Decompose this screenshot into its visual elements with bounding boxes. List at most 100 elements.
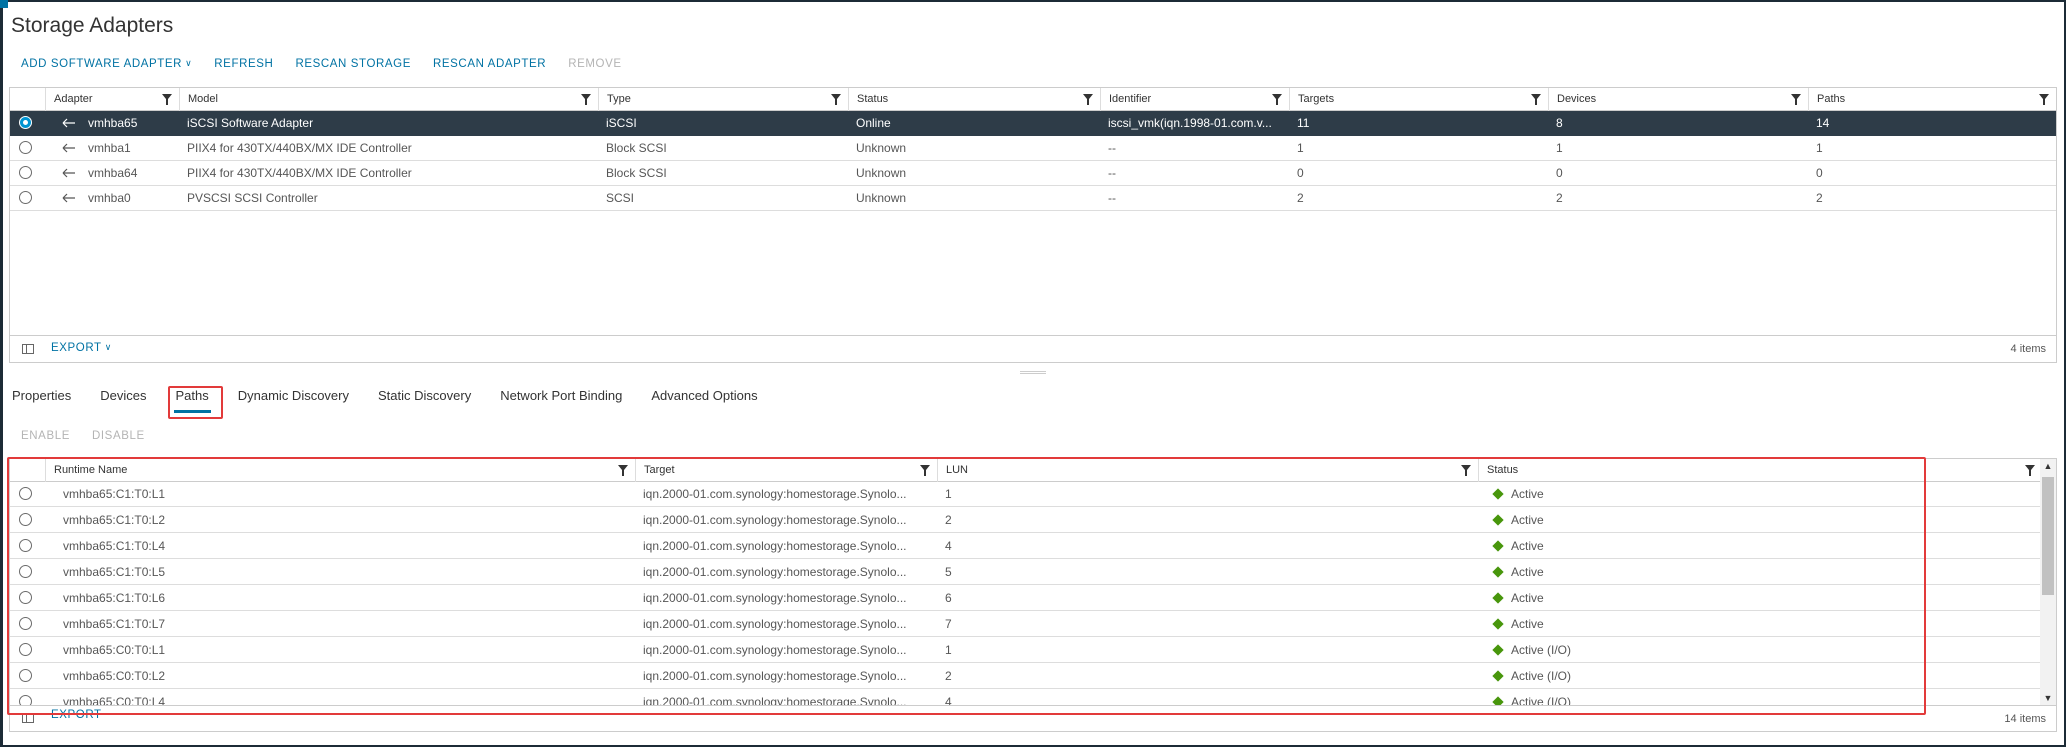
cell-adapter: vmhba64 — [88, 166, 138, 180]
column-label: Status — [857, 93, 889, 105]
rescan-storage-button[interactable]: RESCAN STORAGE — [295, 58, 411, 70]
cell-targets: 1 — [1297, 141, 1304, 155]
table-row[interactable]: vmhba65:C0:T0:L1 iqn.2000-01.com.synology… — [10, 638, 2040, 663]
table-row[interactable]: vmhba65:C1:T0:L5 iqn.2000-01.com.synology… — [10, 560, 2040, 585]
tab-static-discovery[interactable]: Static Discovery — [378, 388, 471, 412]
table-row[interactable]: vmhba65:C0:T0:L4 iqn.2000-01.com.synology… — [10, 690, 2040, 705]
storage-adapter-icon — [62, 193, 75, 203]
filter-icon[interactable] — [1531, 94, 1541, 105]
filter-icon[interactable] — [2025, 465, 2035, 476]
cell-target: iqn.2000-01.com.synology:homestorage.Syn… — [643, 669, 907, 683]
table-row[interactable]: vmhba65:C1:T0:L6 iqn.2000-01.com.synology… — [10, 586, 2040, 611]
column-label: Paths — [1817, 93, 1846, 105]
tab-devices[interactable]: Devices — [100, 388, 146, 412]
table-row[interactable]: vmhba65:C1:T0:L4 iqn.2000-01.com.synology… — [10, 534, 2040, 559]
row-radio[interactable] — [19, 669, 32, 682]
column-toggle-icon[interactable] — [22, 344, 34, 354]
cell-lun: 1 — [945, 487, 952, 501]
column-header-status[interactable]: Status — [1478, 459, 2042, 482]
row-radio[interactable] — [19, 643, 32, 656]
column-label: Adapter — [54, 93, 93, 105]
row-radio[interactable] — [19, 487, 32, 500]
cell-status: Active — [1478, 560, 2038, 584]
refresh-button[interactable]: REFRESH — [214, 58, 273, 70]
cell-target: iqn.2000-01.com.synology:homestorage.Syn… — [643, 643, 907, 657]
tab-network-port-binding[interactable]: Network Port Binding — [500, 388, 622, 412]
disable-button[interactable]: DISABLE — [92, 430, 145, 442]
row-radio[interactable] — [19, 565, 32, 578]
chevron-down-icon[interactable]: ▼ — [2040, 691, 2056, 705]
column-header-targets[interactable]: Targets — [1289, 88, 1548, 111]
splitter-handle[interactable] — [1020, 371, 1046, 374]
adapters-grid-header: Adapter Model Type Status Identifier Tar… — [10, 88, 2056, 111]
active-status-icon — [1492, 670, 1504, 682]
row-radio[interactable] — [19, 166, 32, 179]
paths-grid-header: Runtime Name Target LUN Status — [10, 459, 2056, 482]
column-header-identifier[interactable]: Identifier — [1100, 88, 1289, 111]
filter-icon[interactable] — [1791, 94, 1801, 105]
table-row[interactable]: vmhba65:C1:T0:L7 iqn.2000-01.com.synology… — [10, 612, 2040, 637]
row-radio[interactable] — [19, 695, 32, 705]
active-status-icon — [1492, 592, 1504, 604]
filter-icon[interactable] — [831, 94, 841, 105]
row-radio[interactable] — [19, 141, 32, 154]
cell-runtime-name: vmhba65:C1:T0:L6 — [63, 591, 166, 605]
table-row[interactable]: vmhba64 PIIX4 for 430TX/440BX/MX IDE Con… — [10, 161, 2056, 186]
row-radio[interactable] — [19, 116, 32, 129]
table-row[interactable]: vmhba1 PIIX4 for 430TX/440BX/MX IDE Cont… — [10, 136, 2056, 161]
column-toggle-icon[interactable] — [22, 713, 34, 723]
cell-target: iqn.2000-01.com.synology:homestorage.Syn… — [643, 565, 907, 579]
filter-icon[interactable] — [162, 94, 172, 105]
row-radio[interactable] — [19, 513, 32, 526]
filter-icon[interactable] — [1272, 94, 1282, 105]
column-header-status[interactable]: Status — [848, 88, 1100, 111]
tab-properties[interactable]: Properties — [12, 388, 71, 412]
filter-icon[interactable] — [618, 465, 628, 476]
column-header-model[interactable]: Model — [179, 88, 598, 111]
table-row[interactable]: vmhba65:C1:T0:L1 iqn.2000-01.com.synology… — [10, 482, 2040, 507]
filter-icon[interactable] — [1461, 465, 1471, 476]
row-radio[interactable] — [19, 591, 32, 604]
detail-tabs: Properties Devices Paths Dynamic Discove… — [12, 388, 787, 413]
row-radio[interactable] — [19, 191, 32, 204]
tab-advanced-options[interactable]: Advanced Options — [651, 388, 757, 412]
tab-dynamic-discovery[interactable]: Dynamic Discovery — [238, 388, 349, 412]
remove-button[interactable]: REMOVE — [568, 58, 621, 70]
table-row[interactable]: vmhba65:C0:T0:L2 iqn.2000-01.com.synology… — [10, 664, 2040, 689]
filter-icon[interactable] — [920, 465, 930, 476]
table-row[interactable]: vmhba0 PVSCSI SCSI Controller SCSI Unkno… — [10, 186, 2056, 211]
add-software-adapter-button[interactable]: ADD SOFTWARE ADAPTER ∨ — [21, 58, 192, 70]
row-radio[interactable] — [19, 617, 32, 630]
adapters-grid-footer: EXPORT ∨ 4 items — [10, 335, 2056, 362]
column-label: Devices — [1557, 93, 1597, 105]
column-header-lun[interactable]: LUN — [937, 459, 1478, 482]
column-header-runtime-name[interactable]: Runtime Name — [45, 459, 635, 482]
cell-devices: 2 — [1556, 191, 1563, 205]
add-software-adapter-label: ADD SOFTWARE ADAPTER — [21, 58, 183, 70]
row-radio[interactable] — [19, 539, 32, 552]
cell-identifier: iscsi_vmk(iqn.1998-01.com.v... — [1108, 116, 1272, 130]
enable-button[interactable]: ENABLE — [21, 430, 70, 442]
export-button[interactable]: EXPORT — [51, 709, 102, 721]
column-header-type[interactable]: Type — [598, 88, 848, 111]
vertical-scrollbar[interactable]: ▲ ▼ — [2040, 459, 2056, 705]
cell-paths: 2 — [1816, 191, 1823, 205]
filter-icon[interactable] — [1083, 94, 1093, 105]
chevron-up-icon[interactable]: ▲ — [2040, 459, 2056, 473]
table-row[interactable]: vmhba65 iSCSI Software Adapter iSCSI Onl… — [10, 111, 2056, 136]
filter-icon[interactable] — [2039, 94, 2049, 105]
active-status-icon — [1492, 644, 1504, 656]
cell-target: iqn.2000-01.com.synology:homestorage.Syn… — [643, 695, 907, 705]
item-count: 14 items — [2004, 713, 2046, 725]
scrollbar-thumb[interactable] — [2042, 477, 2054, 595]
column-header-paths[interactable]: Paths — [1808, 88, 2056, 111]
column-header-adapter[interactable]: Adapter — [45, 88, 179, 111]
paths-toolbar: ENABLE DISABLE — [21, 430, 167, 442]
table-row[interactable]: vmhba65:C1:T0:L2 iqn.2000-01.com.synology… — [10, 508, 2040, 533]
filter-icon[interactable] — [581, 94, 591, 105]
cell-status: Unknown — [856, 141, 907, 155]
column-header-devices[interactable]: Devices — [1548, 88, 1808, 111]
column-header-target[interactable]: Target — [635, 459, 937, 482]
rescan-adapter-button[interactable]: RESCAN ADAPTER — [433, 58, 546, 70]
export-button[interactable]: EXPORT ∨ — [51, 342, 112, 354]
